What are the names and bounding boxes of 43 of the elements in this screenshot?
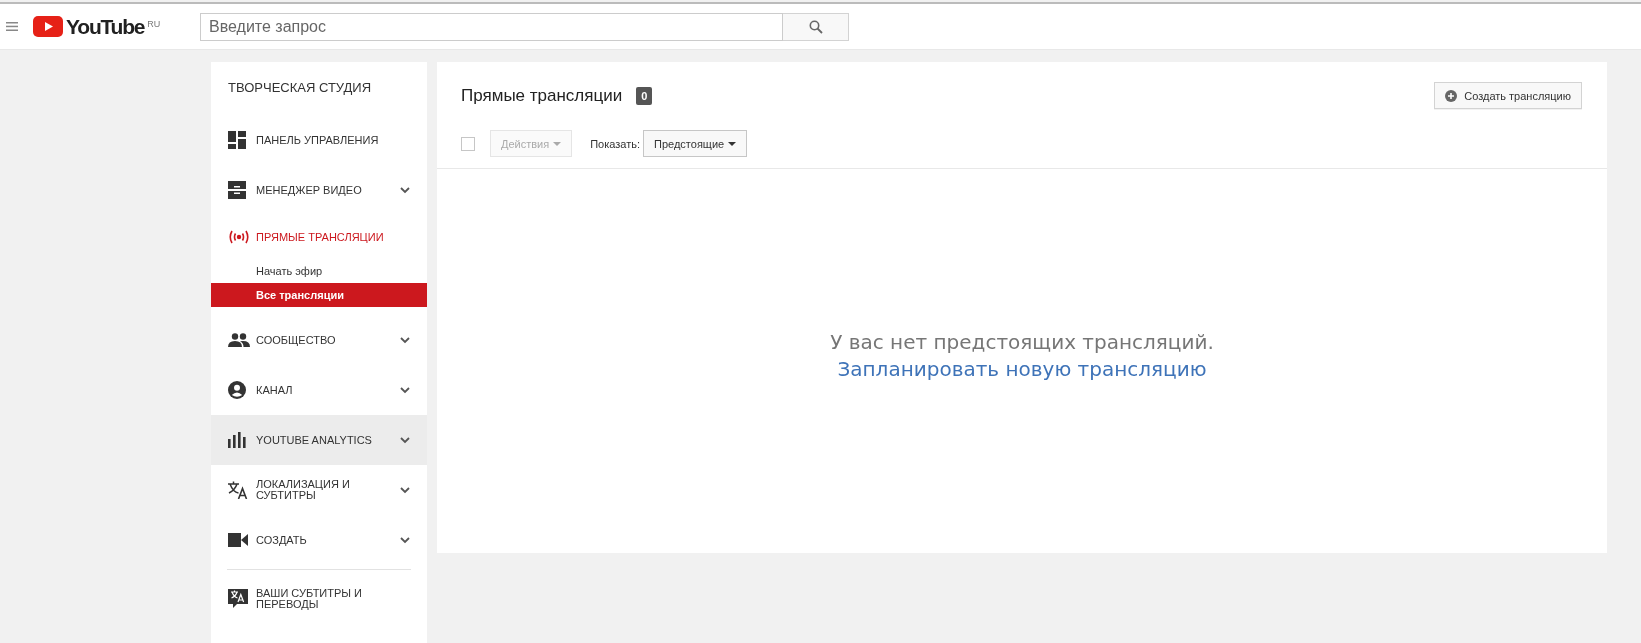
filter-dropdown[interactable]: Предстоящие (643, 130, 748, 157)
sidebar-subitem[interactable]: Все трансляции (211, 283, 427, 307)
dashboard-icon (228, 131, 246, 149)
sidebar-item[interactable]: ПРЯМЫЕ ТРАНСЛЯЦИИ (211, 215, 427, 259)
empty-message: У вас нет предстоящих трансляций. (830, 329, 1214, 354)
broadcast-icon (228, 230, 250, 244)
create-stream-button[interactable]: Создать трансляцию (1434, 82, 1582, 109)
people-icon (228, 333, 250, 347)
menu-icon[interactable] (6, 22, 18, 31)
show-label: Показать: (590, 137, 641, 150)
play-logo-icon[interactable] (33, 16, 63, 37)
sidebar-item[interactable]: МЕНЕДЖЕР ВИДЕО (211, 165, 427, 215)
chevron-down-icon[interactable] (400, 436, 410, 444)
chevron-down-icon[interactable] (400, 486, 410, 494)
page-title: Прямые трансляции (461, 85, 623, 106)
translate-icon (228, 481, 248, 499)
sidebar-item[interactable]: ВАШИ СУБТИТРЫ И ПЕРЕВОДЫ (211, 574, 427, 624)
chevron-down-icon[interactable] (400, 336, 410, 344)
sidebar-item[interactable]: СОЗДАТЬ (211, 515, 427, 565)
chevron-down-icon[interactable] (400, 186, 410, 194)
video-camera-icon (228, 533, 248, 547)
schedule-link[interactable]: Запланировать новую трансляцию (837, 356, 1207, 381)
sidebar-subitem[interactable]: Начать эфир (211, 259, 427, 283)
search-button[interactable] (783, 12, 849, 41)
region-label: RU (147, 18, 161, 29)
chevron-down-icon[interactable] (400, 536, 410, 544)
search-field[interactable]: Введите запрос (200, 12, 783, 41)
sidebar-item[interactable]: YOUTUBE ANALYTICS (211, 415, 427, 465)
search-icon (808, 19, 823, 34)
account-icon (228, 381, 246, 399)
sidebar-title: ТВОРЧЕСКАЯ СТУДИЯ (227, 80, 373, 97)
select-all-checkbox[interactable] (461, 136, 475, 151)
logo-text[interactable]: YouTube (66, 14, 145, 39)
chevron-down-icon[interactable] (400, 386, 410, 394)
count-badge: 0 (636, 86, 653, 105)
plus-circle-icon (1445, 89, 1458, 102)
sidebar-item[interactable]: КАНАЛ (211, 365, 427, 415)
speech-bubble-icon (228, 589, 248, 609)
drawers-icon (228, 181, 246, 199)
sidebar-item[interactable]: СООБЩЕСТВО (211, 315, 427, 365)
sidebar-item[interactable]: ЛОКАЛИЗАЦИЯ И СУБТИТРЫ (211, 465, 427, 515)
sidebar-item[interactable]: ПАНЕЛЬ УПРАВЛЕНИЯ (211, 115, 427, 165)
bar-chart-icon (228, 432, 246, 448)
